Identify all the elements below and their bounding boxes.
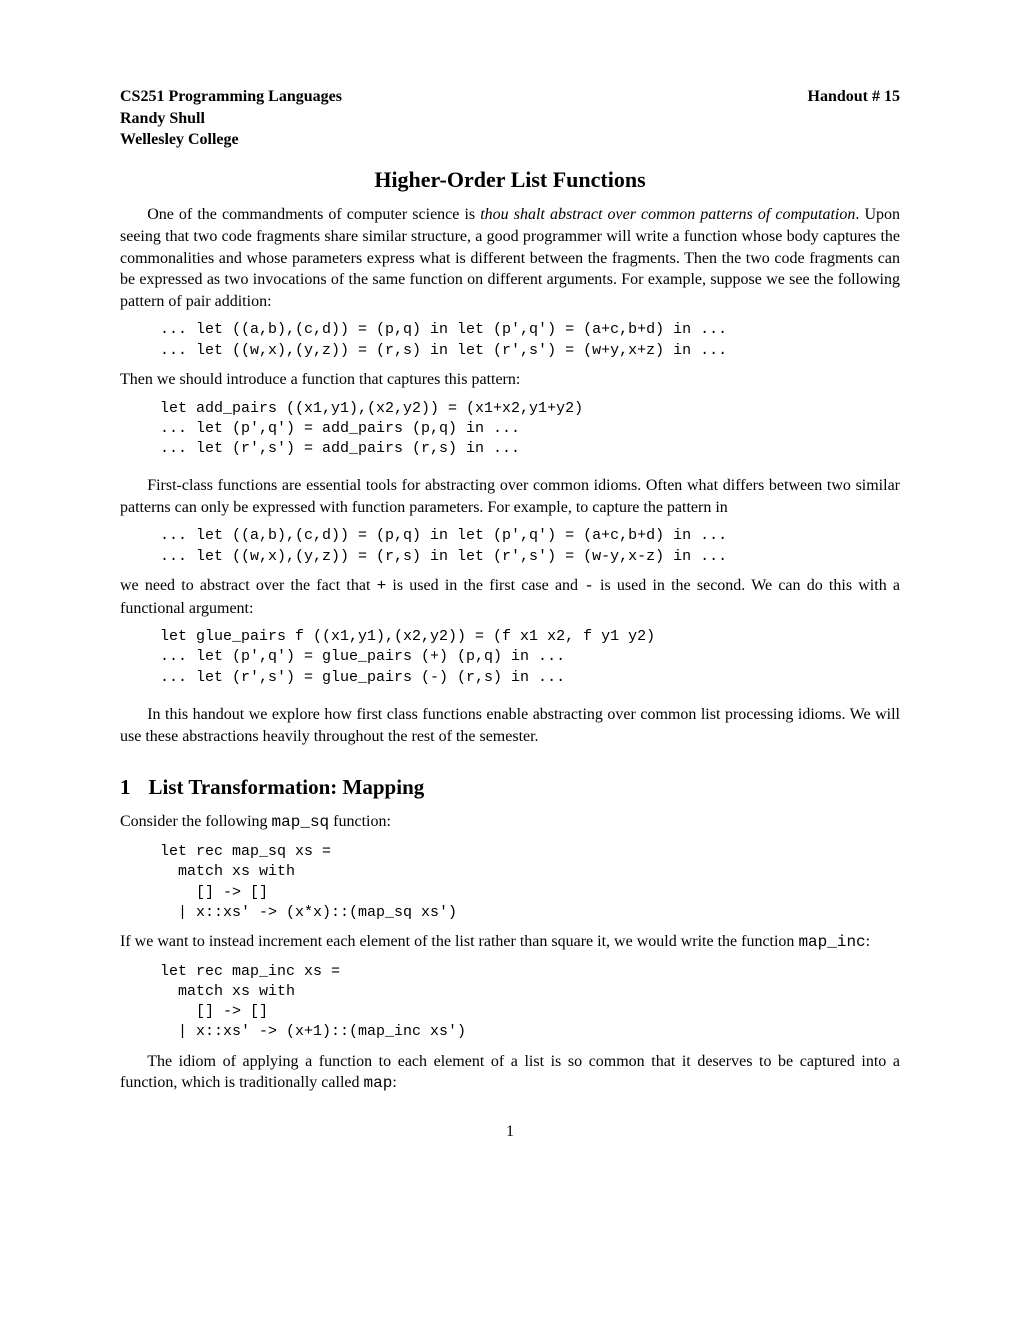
para6-b: function:	[329, 813, 391, 830]
code-block-4: let glue_pairs f ((x1,y1),(x2,y2)) = (f …	[160, 627, 900, 688]
para-7: If we want to instead increment each ele…	[120, 931, 900, 954]
header-row: CS251 Programming Languages Randy Shull …	[120, 86, 900, 151]
para1-ital: thou shalt abstract over common patterns…	[480, 206, 855, 223]
para7-b: :	[866, 933, 870, 950]
mapinc-ident: map_inc	[798, 933, 865, 951]
minus-symbol: -	[584, 577, 594, 595]
para6-a: Consider the following	[120, 813, 272, 830]
para1-lead: One of the commandments of computer scie…	[147, 206, 480, 223]
author-line: Randy Shull	[120, 108, 342, 130]
para-2: Then we should introduce a function that…	[120, 369, 900, 391]
para-6: Consider the following map_sq function:	[120, 811, 900, 834]
code-block-5: let rec map_sq xs = match xs with [] -> …	[160, 842, 900, 923]
course-line: CS251 Programming Languages	[120, 86, 342, 108]
plus-symbol: +	[377, 577, 387, 595]
para8-a: The idiom of applying a function to each…	[120, 1053, 900, 1092]
page-title: Higher-Order List Functions	[120, 165, 900, 195]
page-number: 1	[120, 1121, 900, 1143]
para-3: First-class functions are essential tool…	[120, 475, 900, 518]
section-title: List Transformation: Mapping	[149, 775, 425, 799]
code-block-3: ... let ((a,b),(c,d)) = (p,q) in let (p'…	[160, 526, 900, 567]
para-intro: One of the commandments of computer scie…	[120, 204, 900, 312]
para4-b: is used in the first case and	[386, 577, 584, 594]
section-heading-1: 1 List Transformation: Mapping	[120, 773, 900, 801]
college-line: Wellesley College	[120, 129, 342, 151]
code-block-6: let rec map_inc xs = match xs with [] ->…	[160, 962, 900, 1043]
handout-num: Handout # 15	[808, 86, 900, 151]
code-block-2: let add_pairs ((x1,y1),(x2,y2)) = (x1+x2…	[160, 399, 900, 460]
para-5: In this handout we explore how first cla…	[120, 704, 900, 747]
page-root: CS251 Programming Languages Randy Shull …	[120, 86, 900, 1142]
map-ident: map	[364, 1074, 393, 1092]
para4-a: we need to abstract over the fact that	[120, 577, 377, 594]
para-4: we need to abstract over the fact that +…	[120, 575, 900, 619]
para-8: The idiom of applying a function to each…	[120, 1051, 900, 1095]
mapsq-ident: map_sq	[272, 813, 330, 831]
para7-a: If we want to instead increment each ele…	[120, 933, 798, 950]
section-num: 1	[120, 773, 131, 801]
para8-b: :	[392, 1074, 396, 1091]
header-left: CS251 Programming Languages Randy Shull …	[120, 86, 342, 151]
code-block-1: ... let ((a,b),(c,d)) = (p,q) in let (p'…	[160, 320, 900, 361]
